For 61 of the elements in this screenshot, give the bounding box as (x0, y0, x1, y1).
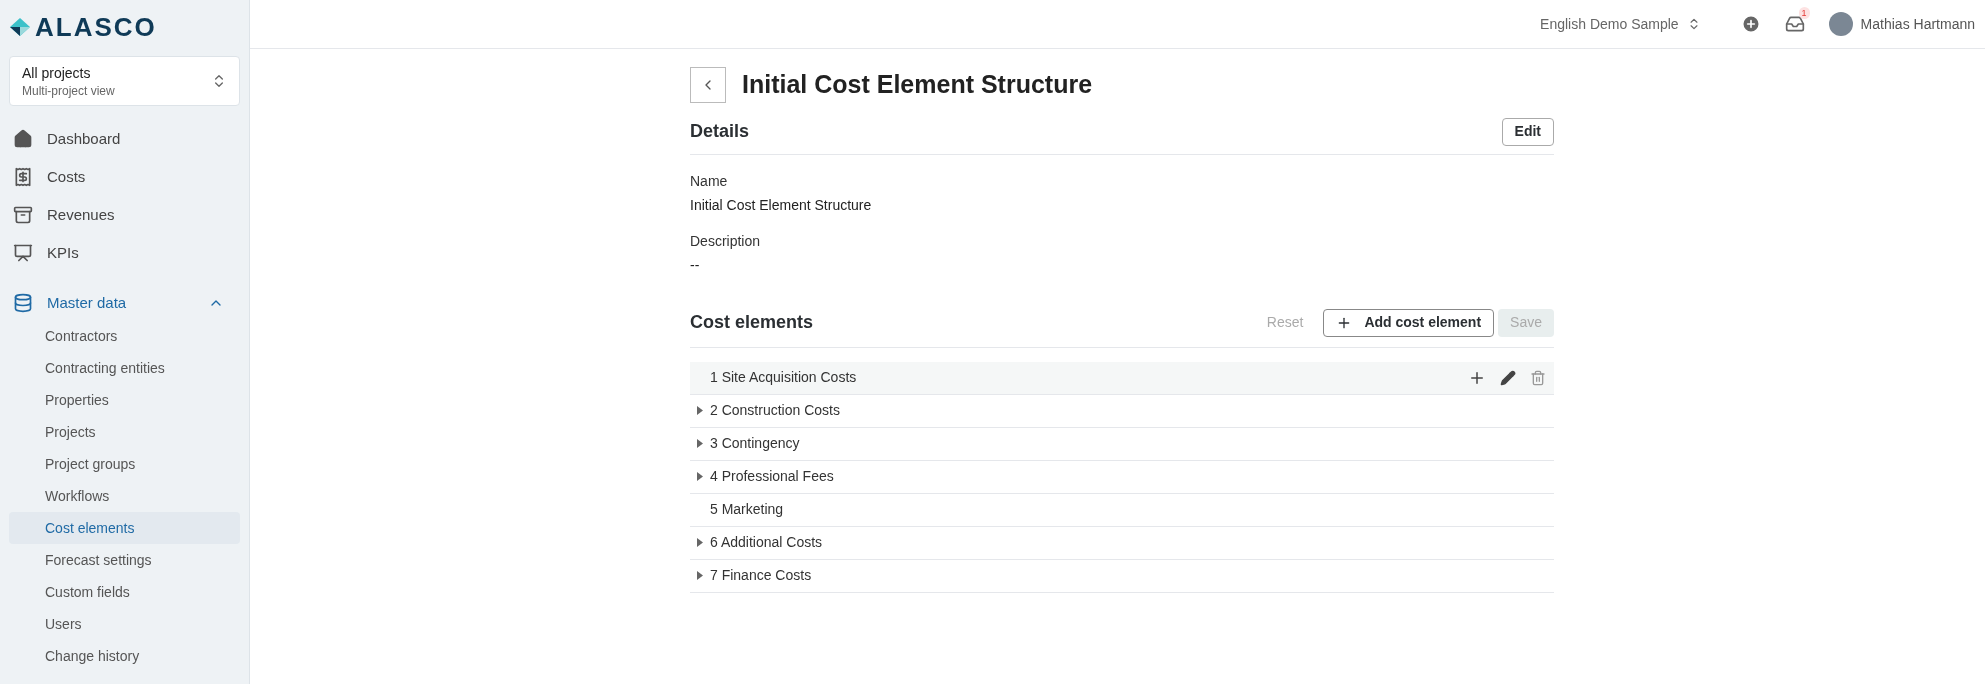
submenu-item[interactable]: Project groups (9, 448, 240, 480)
add-cost-element-button[interactable]: Add cost element (1323, 308, 1495, 337)
row-label: 6 Additional Costs (710, 533, 824, 552)
project-selector[interactable]: All projects Multi-project view (9, 56, 240, 106)
avatar[interactable] (1828, 12, 1853, 36)
nav-item[interactable]: Costs (9, 158, 240, 196)
tree-row[interactable]: 7 Finance Costs (690, 559, 1554, 593)
field-value: -- (690, 255, 701, 275)
field-value: Initial Cost Element Structure (690, 195, 873, 215)
box-icon (13, 205, 33, 225)
submenu-item[interactable]: Change history (9, 640, 240, 672)
tree-row[interactable]: 4 Professional Fees (690, 460, 1554, 494)
save-button: Save (1498, 308, 1554, 337)
submenu-item[interactable]: Forecast settings (9, 544, 240, 576)
notification-badge: 1 (1798, 7, 1810, 19)
tree-row[interactable]: 5 Marketing (690, 493, 1554, 527)
submenu-item[interactable]: Contracting entities (9, 352, 240, 384)
logo-icon (9, 17, 31, 37)
row-label: 4 Professional Fees (710, 467, 835, 486)
logo-text: ALASCO (35, 14, 157, 40)
section-title: Cost elements (690, 311, 814, 334)
submenu-item[interactable]: Users (9, 608, 240, 640)
caret-right-icon[interactable] (697, 538, 703, 547)
caret-right-icon[interactable] (697, 439, 703, 448)
caret-right-icon[interactable] (697, 472, 703, 481)
row-label: 3 Contingency (710, 434, 801, 453)
submenu-item[interactable]: Properties (9, 384, 240, 416)
nav-item[interactable]: KPIs (9, 234, 240, 272)
row-label: 1 Site Acquisition Costs (710, 368, 858, 387)
submenu-item[interactable]: Workflows (9, 480, 240, 512)
submenu-item[interactable]: Contractors (9, 320, 240, 352)
edit-button[interactable]: Edit (1501, 117, 1554, 146)
field-label: Description (690, 231, 762, 251)
user-name[interactable]: Mathias Hartmann (1860, 13, 1975, 35)
nav-item[interactable]: Revenues (9, 196, 240, 234)
database-icon (13, 293, 33, 313)
submenu-item[interactable]: Projects (9, 416, 240, 448)
workspace-selector[interactable]: English Demo Sample (1540, 13, 1701, 35)
caret-right-icon[interactable] (697, 406, 703, 415)
home-icon (13, 129, 33, 149)
pencil-icon[interactable] (1500, 369, 1516, 386)
trash-icon[interactable] (1530, 369, 1546, 386)
row-label: 7 Finance Costs (710, 566, 813, 585)
tree-row[interactable]: 6 Additional Costs (690, 526, 1554, 560)
receipt-icon (13, 167, 33, 187)
tree-row[interactable]: 2 Construction Costs (690, 394, 1554, 428)
tree-row[interactable]: 1 Site Acquisition Costs (690, 361, 1554, 395)
submenu-item[interactable]: Custom fields (9, 576, 240, 608)
submenu-item[interactable]: Cost elements (9, 512, 240, 544)
row-label: 2 Construction Costs (710, 401, 841, 420)
nav-item[interactable]: Dashboard (9, 120, 240, 158)
inbox-icon[interactable] (1784, 14, 1805, 34)
tree-row[interactable]: 3 Contingency (690, 427, 1554, 461)
field-label: Name (690, 171, 729, 191)
section-title: Details (690, 120, 750, 143)
chart-board-icon (13, 243, 33, 263)
add-icon[interactable] (1740, 14, 1761, 34)
master-data-toggle[interactable]: Master data (9, 286, 240, 320)
caret-right-icon[interactable] (697, 571, 703, 580)
page-title: Initial Cost Element Structure (742, 69, 1093, 100)
row-label: 5 Marketing (710, 500, 785, 519)
